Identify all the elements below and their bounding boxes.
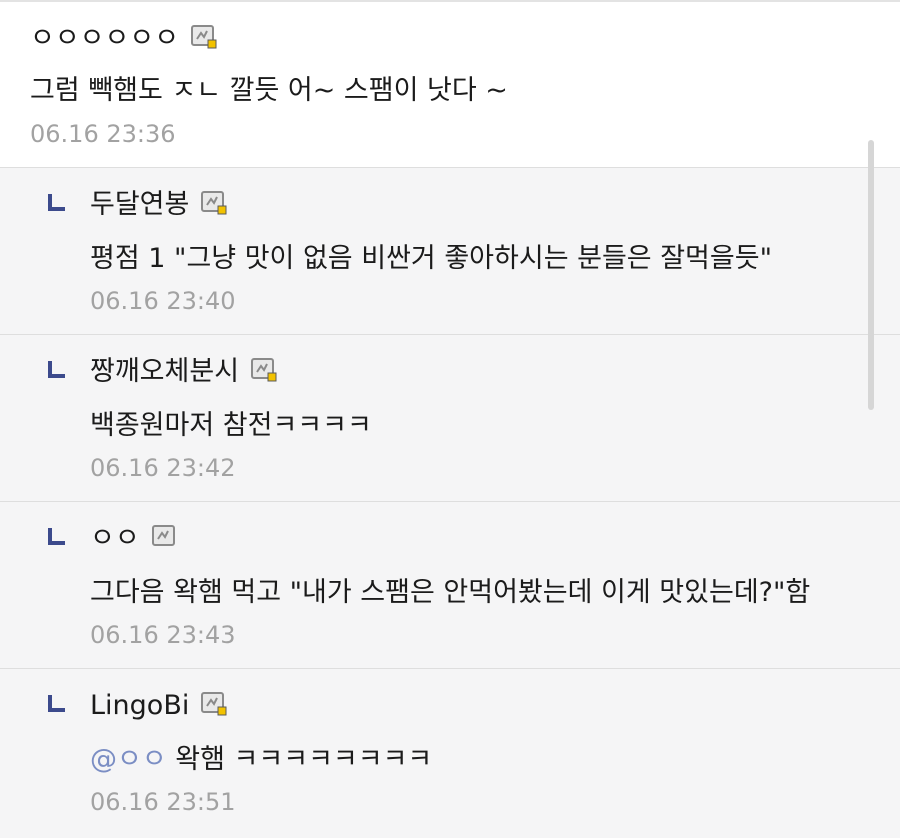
reply-author[interactable]: ㅇㅇ <box>90 522 178 556</box>
comment-timestamp: 06.16 23:36 <box>30 120 176 148</box>
reply-author-name[interactable]: ㅇㅇ <box>90 523 140 554</box>
reply-text-body: 왁햄 ㅋㅋㅋㅋㅋㅋㅋㅋ <box>175 744 433 775</box>
gallery-member-icon <box>191 25 217 49</box>
reply-author-name[interactable]: 짱깨오체분시 <box>90 356 239 387</box>
comment-author[interactable]: ㅇㅇㅇㅇㅇㅇ <box>30 22 217 56</box>
reply-text: 평점 1 "그냥 맛이 없음 비싼거 좋아하시는 분들은 잘먹을듯" <box>90 243 772 274</box>
comment-author-name[interactable]: ㅇㅇㅇㅇㅇㅇ <box>30 23 179 54</box>
reply-timestamp: 06.16 23:51 <box>90 788 236 816</box>
reply-arrow-icon <box>48 194 65 211</box>
reply-item: LingoBi @ㅇㅇ 왁햄 ㅋㅋㅋㅋㅋㅋㅋㅋ 06.16 23:51 <box>0 668 900 838</box>
reply-author-name[interactable]: LingoBi <box>90 690 189 721</box>
reply-text: 백종원마저 참전ㅋㅋㅋㅋ <box>90 410 372 441</box>
comment-item: ㅇㅇㅇㅇㅇㅇ 그럼 빽햄도 ㅈㄴ 깔듯 어~ 스팸이 낫다 ~ 06.16 23… <box>0 2 900 167</box>
scrollbar[interactable] <box>868 140 874 410</box>
gallery-member-icon <box>251 358 277 382</box>
gallery-member-icon <box>201 191 227 215</box>
reply-author[interactable]: 짱깨오체분시 <box>90 355 277 389</box>
reply-arrow-icon <box>48 528 65 545</box>
reply-timestamp: 06.16 23:42 <box>90 454 236 482</box>
reply-author[interactable]: LingoBi <box>90 689 227 723</box>
mention-link[interactable]: @ㅇㅇ <box>90 744 167 775</box>
reply-timestamp: 06.16 23:43 <box>90 621 236 649</box>
reply-arrow-icon <box>48 361 65 378</box>
fixed-nick-icon <box>151 525 178 549</box>
reply-author[interactable]: 두달연봉 <box>90 188 227 222</box>
reply-arrow-icon <box>48 695 65 712</box>
gallery-member-icon <box>201 692 227 716</box>
reply-item: ㅇㅇ 그다음 왁햄 먹고 "내가 스팸은 안먹어봤는데 이게 맛있는데?"함 0… <box>0 501 900 668</box>
reply-text: @ㅇㅇ 왁햄 ㅋㅋㅋㅋㅋㅋㅋㅋ <box>90 743 432 777</box>
comment-text: 그럼 빽햄도 ㅈㄴ 깔듯 어~ 스팸이 낫다 ~ <box>30 75 508 106</box>
reply-item: 두달연봉 평점 1 "그냥 맛이 없음 비싼거 좋아하시는 분들은 잘먹을듯" … <box>0 167 900 334</box>
reply-item: 짱깨오체분시 백종원마저 참전ㅋㅋㅋㅋ 06.16 23:42 <box>0 334 900 501</box>
reply-timestamp: 06.16 23:40 <box>90 287 236 315</box>
reply-text: 그다음 왁햄 먹고 "내가 스팸은 안먹어봤는데 이게 맛있는데?"함 <box>90 577 811 608</box>
comment-thread: ㅇㅇㅇㅇㅇㅇ 그럼 빽햄도 ㅈㄴ 깔듯 어~ 스팸이 낫다 ~ 06.16 23… <box>0 0 900 838</box>
reply-author-name[interactable]: 두달연봉 <box>90 189 189 220</box>
